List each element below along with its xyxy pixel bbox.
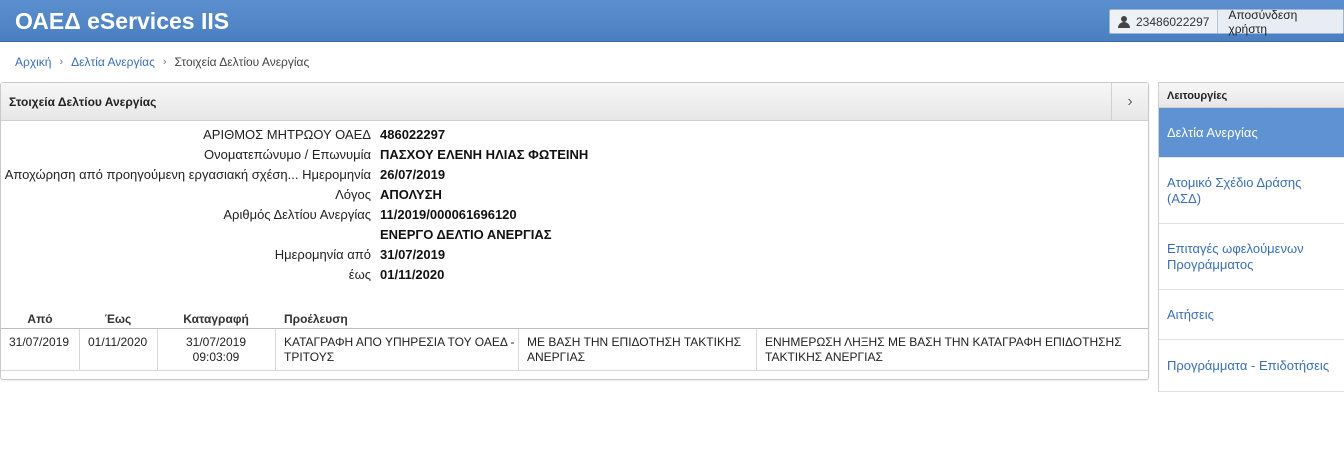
logout-button[interactable]: Αποσύνδεση χρήστη (1218, 8, 1343, 36)
field-value: ΠΑΣΧΟΥ ΕΛΕΝΗ ΗΛΙΑΣ ΦΩΤΕΙΝΗ (380, 147, 589, 162)
breadcrumb-current: Στοιχεία Δελτίου Ανεργίας (174, 55, 310, 69)
field-row: Αποχώρηση από προηγούμενη εργασιακή σχέσ… (1, 165, 701, 185)
column-header-recorded: Καταγραφή (183, 312, 249, 326)
field-row: ΕΝΕΡΓΟ ΔΕΛΤΙΟ ΑΝΕΡΓΙΑΣ (1, 225, 701, 245)
column-header-from: Από (27, 312, 53, 326)
status-value: ΕΝΕΡΓΟ ΔΕΛΤΙΟ ΑΝΕΡΓΙΑΣ (380, 227, 552, 242)
column-header-to: Έως (104, 312, 132, 326)
field-value: 31/07/2019 (380, 247, 446, 262)
field-value: 01/11/2020 (380, 267, 445, 282)
field-value: ΑΠΟΛΥΣΗ (380, 187, 442, 202)
column-header-origin: Προέλευση (284, 312, 348, 326)
field-row: ΑΡΙΘΜΟΣ ΜΗΤΡΩΟΥ ΟΑΕΔ 486022297 (1, 125, 701, 145)
cell-origin-1: ΚΑΤΑΓΡΑΦΗ ΑΠΟ ΥΠΗΡΕΣΙΑ ΤΟΥ ΟΑΕΔ - ΤΡΙΤΟΥ… (284, 335, 515, 364)
field-label: Αποχώρηση από προηγούμενη εργασιακή σχέσ… (4, 167, 371, 182)
app-title: ΟΑΕΔ eServices IIS (15, 8, 230, 34)
cell-origin-3: ΕΝΗΜΕΡΩΣΗ ΛΗΞΗΣ ΜΕ ΒΑΣΗ ΤΗΝ ΚΑΤΑΓΡΑΦΗ ΕΠ… (765, 335, 1122, 364)
sidebar-item-action-plan[interactable]: Ατομικό Σχέδιο Δράσης (ΑΣΔ) (1159, 158, 1344, 224)
sidebar-item-beneficiary-checks[interactable]: Επιταγές ωφελούμενων Προγράμματος (1159, 224, 1344, 290)
details-fields: ΑΡΙΘΜΟΣ ΜΗΤΡΩΟΥ ΟΑΕΔ 486022297 Ονοματεπώ… (1, 125, 701, 285)
user-icon (1118, 15, 1130, 28)
field-label: Λόγος (335, 187, 371, 202)
field-row: Ονοματεπώνυμο / Επωνυμία ΠΑΣΧΟΥ ΕΛΕΝΗ ΗΛ… (1, 145, 701, 165)
sidebar-title: Λειτουργίες (1159, 82, 1344, 108)
field-value: 486022297 (380, 127, 446, 142)
history-table: Από Έως Καταγραφή Προέλευση 31/07/2019 0… (1, 309, 1148, 371)
field-value: 26/07/2019 (380, 167, 446, 182)
breadcrumb-section-link[interactable]: Δελτία Ανεργίας (71, 55, 155, 69)
sidebar-item-unemployment-cards[interactable]: Δελτία Ανεργίας (1159, 108, 1344, 158)
top-header: ΟΑΕΔ eServices IIS 23486022297 Αποσύνδεσ… (0, 0, 1344, 42)
cell-recorded-time: 09:03:09 (192, 350, 240, 364)
panel-toggle-button[interactable]: › (1111, 83, 1148, 120)
cell-origin-2: ΜΕ ΒΑΣΗ ΤΗΝ ΕΠΙΔΟΤΗΣΗ ΤΑΚΤΙΚΗΣ ΑΝΕΡΓΙΑΣ (527, 335, 742, 364)
panel-header: Στοιχεία Δελτίου Ανεργίας › (1, 83, 1148, 121)
details-panel: Στοιχεία Δελτίου Ανεργίας › ΑΡΙΘΜΟΣ ΜΗΤΡ… (0, 82, 1149, 380)
cell-recorded-date: 31/07/2019 (185, 335, 247, 349)
chevron-right-icon: › (162, 56, 167, 68)
user-id-label: 23486022297 (1136, 14, 1210, 29)
field-label: έως (348, 267, 371, 282)
panel-title: Στοιχεία Δελτίου Ανεργίας (9, 95, 157, 109)
breadcrumb: Αρχική › Δελτία Ανεργίας › Στοιχεία Δελτ… (15, 55, 309, 69)
field-value: 11/2019/000061696120 (380, 207, 517, 222)
field-row: έως 01/11/2020 (1, 265, 701, 285)
field-label: ΑΡΙΘΜΟΣ ΜΗΤΡΩΟΥ ΟΑΕΔ (203, 127, 371, 142)
table-header: Από Έως Καταγραφή Προέλευση (1, 309, 1148, 329)
cell-recorded: 31/07/2019 09:03:09 (157, 335, 275, 365)
field-row: Λόγος ΑΠΟΛΥΣΗ (1, 185, 701, 205)
field-label: Ημερομηνία από (274, 247, 371, 262)
cell-from: 31/07/2019 (9, 335, 70, 349)
table-row: 31/07/2019 01/11/2020 31/07/2019 09:03:0… (1, 329, 1148, 371)
chevron-right-icon: › (59, 56, 64, 68)
field-row: Αριθμός Δελτίου Ανεργίας 11/2019/0000616… (1, 205, 701, 225)
sidebar-item-programs-subsidies[interactable]: Προγράμματα - Επιδοτήσεις (1159, 340, 1344, 392)
breadcrumb-home-link[interactable]: Αρχική (15, 55, 51, 69)
user-id-button[interactable]: 23486022297 (1110, 10, 1219, 33)
chevron-right-icon: › (1127, 92, 1133, 110)
user-box: 23486022297 Αποσύνδεση χρήστη (1109, 8, 1344, 36)
field-label: Ονοματεπώνυμο / Επωνυμία (204, 147, 371, 162)
field-label: Αριθμός Δελτίου Ανεργίας (223, 207, 371, 222)
cell-to: 01/11/2020 (88, 335, 148, 349)
functions-sidebar: Λειτουργίες Δελτία Ανεργίας Ατομικό Σχέδ… (1158, 82, 1344, 392)
sidebar-item-applications[interactable]: Αιτήσεις (1159, 290, 1344, 340)
field-row: Ημερομηνία από 31/07/2019 (1, 245, 701, 265)
